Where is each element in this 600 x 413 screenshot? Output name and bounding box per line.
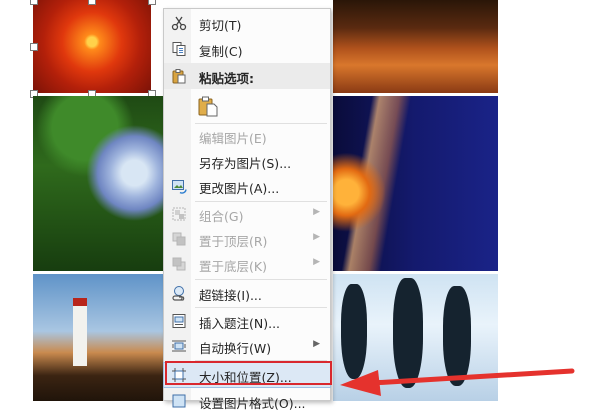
paste-icon: [171, 68, 187, 84]
context-menu: 剪切(T) 复制(C) 粘贴选项: 编辑图片(E) 另存为图片(S)... 更改…: [163, 8, 331, 411]
menu-item-hyperlink[interactable]: 超链接(I)...: [164, 281, 330, 305]
penguin-3: [443, 286, 471, 386]
menu-item-label: 另存为图片(S)...: [199, 156, 292, 171]
menu-item-copy[interactable]: 复制(C): [164, 37, 330, 61]
menu-separator: [195, 279, 327, 280]
menu-item-label: 插入题注(N)...: [199, 316, 281, 331]
submenu-arrow-icon: ▶: [313, 207, 320, 217]
menu-separator: [195, 307, 327, 308]
submenu-arrow-icon: ▶: [313, 339, 320, 349]
menu-item-label: 设置图片格式(O)...: [199, 396, 306, 411]
menu-header-paste-options: 粘贴选项:: [164, 63, 330, 89]
menu-item-group: 组合(G) ▶: [164, 202, 330, 226]
photo-orange-flower[interactable]: [33, 0, 151, 93]
menu-item-bring-to-front: 置于顶层(R) ▶: [164, 227, 330, 251]
photo-hydrangea[interactable]: [33, 96, 163, 271]
photo-desert[interactable]: [333, 0, 498, 93]
menu-item-label: 粘贴选项:: [199, 71, 254, 86]
menu-item-insert-caption[interactable]: 插入题注(N)...: [164, 309, 330, 333]
menu-item-save-as-picture[interactable]: 另存为图片(S)...: [164, 149, 330, 173]
lighthouse-tower: [73, 298, 87, 366]
highlight-box: [165, 361, 332, 385]
menu-item-label: 复制(C): [199, 44, 243, 59]
menu-item-format-picture[interactable]: 设置图片格式(O)...: [164, 389, 330, 413]
insert-caption-icon: [171, 313, 187, 329]
menu-item-label: 组合(G): [199, 209, 244, 224]
send-to-back-icon: [171, 256, 187, 272]
photo-lighthouse[interactable]: [33, 274, 163, 401]
wrap-text-icon: [171, 338, 187, 354]
menu-item-cut[interactable]: 剪切(T): [164, 11, 330, 35]
menu-item-label: 剪切(T): [199, 18, 242, 33]
photo-jellyfish[interactable]: [333, 96, 498, 271]
group-icon: [171, 206, 187, 222]
menu-item-label: 更改图片(A)...: [199, 181, 280, 196]
resize-handle-top-right[interactable]: [148, 0, 156, 5]
copy-icon: [171, 41, 187, 57]
submenu-arrow-icon: ▶: [313, 232, 320, 242]
menu-item-wrap-text[interactable]: 自动换行(W) ▶: [164, 334, 330, 358]
resize-handle-left[interactable]: [30, 43, 38, 51]
scissors-icon: [171, 15, 187, 31]
penguin-2: [393, 278, 423, 388]
resize-handle-top[interactable]: [88, 0, 96, 5]
menu-item-label: 自动换行(W): [199, 341, 272, 356]
menu-item-edit-picture: 编辑图片(E): [164, 124, 330, 148]
paste-picture-icon: [197, 95, 219, 117]
menu-item-label: 超链接(I)...: [199, 288, 262, 303]
penguin-1: [341, 284, 367, 379]
menu-item-send-to-back: 置于底层(K) ▶: [164, 252, 330, 276]
paste-option-picture[interactable]: [164, 91, 330, 121]
resize-handle-top-left[interactable]: [30, 0, 38, 5]
submenu-arrow-icon: ▶: [313, 257, 320, 267]
menu-item-label: 置于底层(K): [199, 259, 267, 274]
hyperlink-icon: [171, 285, 187, 301]
change-picture-icon: [171, 178, 187, 194]
photo-penguins[interactable]: [333, 274, 498, 401]
menu-item-label: 编辑图片(E): [199, 131, 267, 146]
menu-item-change-picture[interactable]: 更改图片(A)...: [164, 174, 330, 198]
bring-to-front-icon: [171, 231, 187, 247]
menu-item-label: 置于顶层(R): [199, 234, 268, 249]
format-picture-icon: [171, 393, 187, 409]
